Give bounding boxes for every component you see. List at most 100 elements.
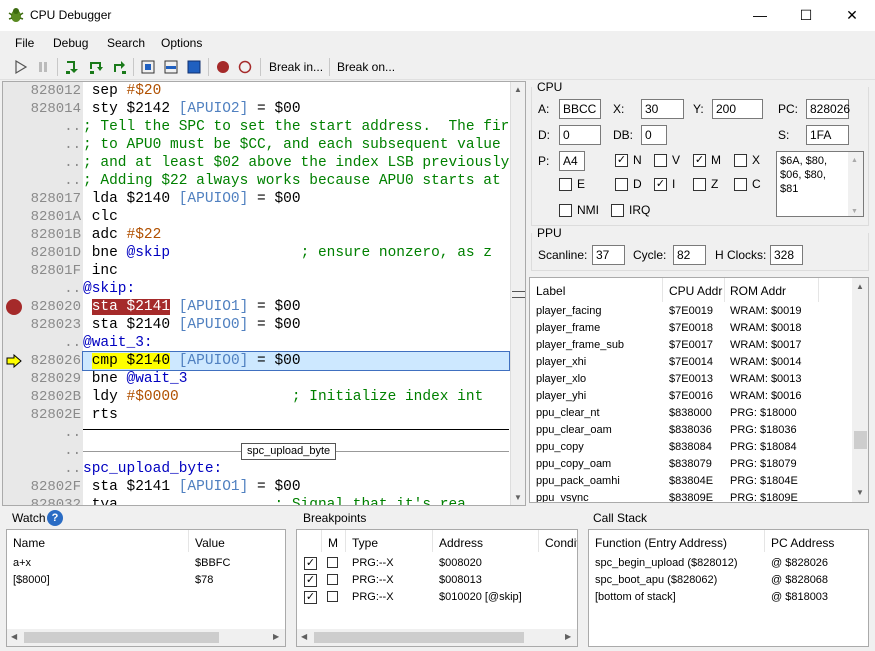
callstack-pc-cell[interactable]: @ $828026 xyxy=(771,557,828,569)
s-register-field[interactable]: 1FA xyxy=(806,125,849,145)
code-line[interactable]: sep #$20 xyxy=(83,82,162,100)
cpu-addr-cell[interactable]: $7E0018 xyxy=(669,320,713,337)
flag-x-checkbox[interactable] xyxy=(734,154,747,167)
scanline-field[interactable]: 37 xyxy=(592,245,625,265)
scroll-thumb[interactable] xyxy=(314,632,524,643)
watch-value-cell[interactable]: $78 xyxy=(195,574,213,586)
rom-addr-cell[interactable]: WRAM: $0019 xyxy=(730,303,802,320)
breakpoint-enabled-checkbox[interactable]: ✓ xyxy=(304,557,317,570)
pause-icon[interactable] xyxy=(35,59,51,75)
scroll-up-icon[interactable]: ▲ xyxy=(856,282,864,291)
minimize-button[interactable]: — xyxy=(737,0,783,31)
label-name-cell[interactable]: player_frame xyxy=(536,320,600,337)
code-vertical-scrollbar[interactable]: ▲ ▼ xyxy=(510,82,525,505)
line-gutter[interactable]: 828012 828014........ 828017 82801A 82801B 82… xyxy=(3,82,83,505)
watch-list[interactable]: Name Value ◀ ▶ a+x $BBFC [$8000] $78 xyxy=(6,529,286,647)
breakpoint-address-cell[interactable]: $010020 [@skip] xyxy=(439,591,522,603)
code-line[interactable]: sta $2141 [APUIO1] = $00 xyxy=(83,298,301,316)
run-frame-icon[interactable] xyxy=(186,59,202,75)
scroll-right-icon[interactable]: ▶ xyxy=(273,632,279,641)
disassembly-view[interactable]: 828012 828014........ 828017 82801A 82801B 82… xyxy=(2,81,526,506)
code-line[interactable]: inc xyxy=(83,262,118,280)
scroll-down-icon[interactable]: ▼ xyxy=(851,205,858,219)
label-name-cell[interactable]: player_yhi xyxy=(536,388,586,405)
breakpoint-type-cell[interactable]: PRG:--X xyxy=(352,574,394,586)
breakpoint-enabled-checkbox[interactable]: ✓ xyxy=(304,591,317,604)
label-name-cell[interactable]: player_xlo xyxy=(536,371,586,388)
breakpoint-type-cell[interactable]: PRG:--X xyxy=(352,591,394,603)
code-line[interactable]: spc_upload_byte: xyxy=(83,460,222,478)
callstack-pc-cell[interactable]: @ $818003 xyxy=(771,591,828,603)
breakpoint-type-header[interactable]: Type xyxy=(352,536,378,550)
rom-addr-cell[interactable]: WRAM: $0013 xyxy=(730,371,802,388)
breakpoint-address-header[interactable]: Address xyxy=(439,536,483,550)
break-on-button[interactable]: Break on... xyxy=(337,60,395,74)
scroll-thumb[interactable] xyxy=(854,431,867,449)
label-name-cell[interactable]: ppu_copy xyxy=(536,439,584,456)
cpu-addr-cell[interactable]: $7E0013 xyxy=(669,371,713,388)
cpu-addr-cell[interactable]: $7E0017 xyxy=(669,337,713,354)
callstack-function-cell[interactable]: [bottom of stack] xyxy=(595,591,676,603)
callstack-pc-cell[interactable]: @ $828068 xyxy=(771,574,828,586)
maximize-button[interactable]: ☐ xyxy=(783,0,829,31)
scroll-down-icon[interactable]: ▼ xyxy=(514,493,522,502)
rom-addr-cell[interactable]: WRAM: $0016 xyxy=(730,388,802,405)
scroll-up-icon[interactable]: ▲ xyxy=(851,154,858,168)
flag-n-checkbox[interactable]: ✓ xyxy=(615,154,628,167)
menu-options[interactable]: Options xyxy=(161,36,202,50)
flag-nmi-checkbox[interactable] xyxy=(559,204,572,217)
flag-z-checkbox[interactable] xyxy=(693,178,706,191)
cpu-addr-cell[interactable]: $83809E xyxy=(669,490,713,502)
code-line[interactable]: clc xyxy=(83,208,118,226)
disable-breakpoint-icon[interactable] xyxy=(237,59,253,75)
breakpoint-condition-header[interactable]: Condit xyxy=(545,536,577,550)
breakpoint-list[interactable]: M Type Address Condit ◀ ▶ ✓ PRG:--X $00802… xyxy=(296,529,578,647)
label-list-scrollbar[interactable]: ▲ ▼ xyxy=(852,278,868,502)
breakpoint-address-cell[interactable]: $008013 xyxy=(439,574,482,586)
code-line[interactable]: ldy #$0000 ; Initialize index int xyxy=(83,388,484,406)
label-name-cell[interactable]: ppu_vsync xyxy=(536,490,589,502)
label-name-cell[interactable]: ppu_clear_nt xyxy=(536,405,600,422)
label-name-cell[interactable]: ppu_pack_oamhi xyxy=(536,473,620,490)
rom-addr-cell[interactable]: PRG: $1804E xyxy=(730,473,798,490)
breakpoint-mark-checkbox[interactable] xyxy=(327,574,338,585)
watch-horizontal-scrollbar[interactable]: ◀ ▶ xyxy=(7,629,285,646)
label-name-cell[interactable]: ppu_clear_oam xyxy=(536,422,612,439)
code-line[interactable]: ; Tell the SPC to set the start address.… xyxy=(83,118,509,136)
continue-icon[interactable] xyxy=(13,59,29,75)
stack-scrollbar[interactable]: ▲ ▼ xyxy=(848,152,863,216)
cpu-addr-header[interactable]: CPU Addr xyxy=(669,284,722,298)
flag-e-checkbox[interactable] xyxy=(559,178,572,191)
watch-value-header[interactable]: Value xyxy=(195,536,225,550)
rom-addr-header[interactable]: ROM Addr xyxy=(730,284,786,298)
label-name-cell[interactable]: player_xhi xyxy=(536,354,586,371)
breakpoint-horizontal-scrollbar[interactable]: ◀ ▶ xyxy=(297,629,577,646)
flag-d-checkbox[interactable] xyxy=(615,178,628,191)
callstack-function-cell[interactable]: spc_begin_upload ($828012) xyxy=(595,557,738,569)
cpu-addr-cell[interactable]: $838000 xyxy=(669,405,712,422)
watch-name-header[interactable]: Name xyxy=(13,536,45,550)
breakpoint-marker-icon[interactable] xyxy=(5,298,23,316)
x-register-field[interactable]: 30 xyxy=(641,99,684,119)
code-line[interactable]: ; and at least $02 above the index LSB p… xyxy=(83,154,509,172)
d-register-field[interactable]: 0 xyxy=(559,125,601,145)
toggle-breakpoint-icon[interactable] xyxy=(215,59,231,75)
code-line[interactable]: bne @skip ; ensure nonzero, as z xyxy=(83,244,492,262)
scroll-up-icon[interactable]: ▲ xyxy=(514,85,522,94)
current-code-line[interactable]: cmp $2140 [APUIO0] = $00 xyxy=(82,351,510,371)
code-line[interactable]: @wait_3: xyxy=(83,334,153,352)
menu-debug[interactable]: Debug xyxy=(53,36,88,50)
code-line[interactable]: rts xyxy=(83,406,118,424)
rom-addr-cell[interactable]: PRG: $18000 xyxy=(730,405,797,422)
db-register-field[interactable]: 0 xyxy=(641,125,667,145)
cpu-addr-cell[interactable]: $7E0014 xyxy=(669,354,713,371)
run-to-cursor-icon[interactable] xyxy=(140,59,156,75)
scroll-down-icon[interactable]: ▼ xyxy=(856,488,864,497)
hclocks-field[interactable]: 328 xyxy=(770,245,803,265)
rom-addr-cell[interactable]: PRG: $1809E xyxy=(730,490,798,502)
code-line[interactable]: bne @wait_3 xyxy=(83,370,188,388)
close-button[interactable]: ✕ xyxy=(829,0,875,31)
watch-name-cell[interactable]: a+x xyxy=(13,557,31,569)
cpu-addr-cell[interactable]: $838084 xyxy=(669,439,712,456)
breakpoint-mark-checkbox[interactable] xyxy=(327,591,338,602)
